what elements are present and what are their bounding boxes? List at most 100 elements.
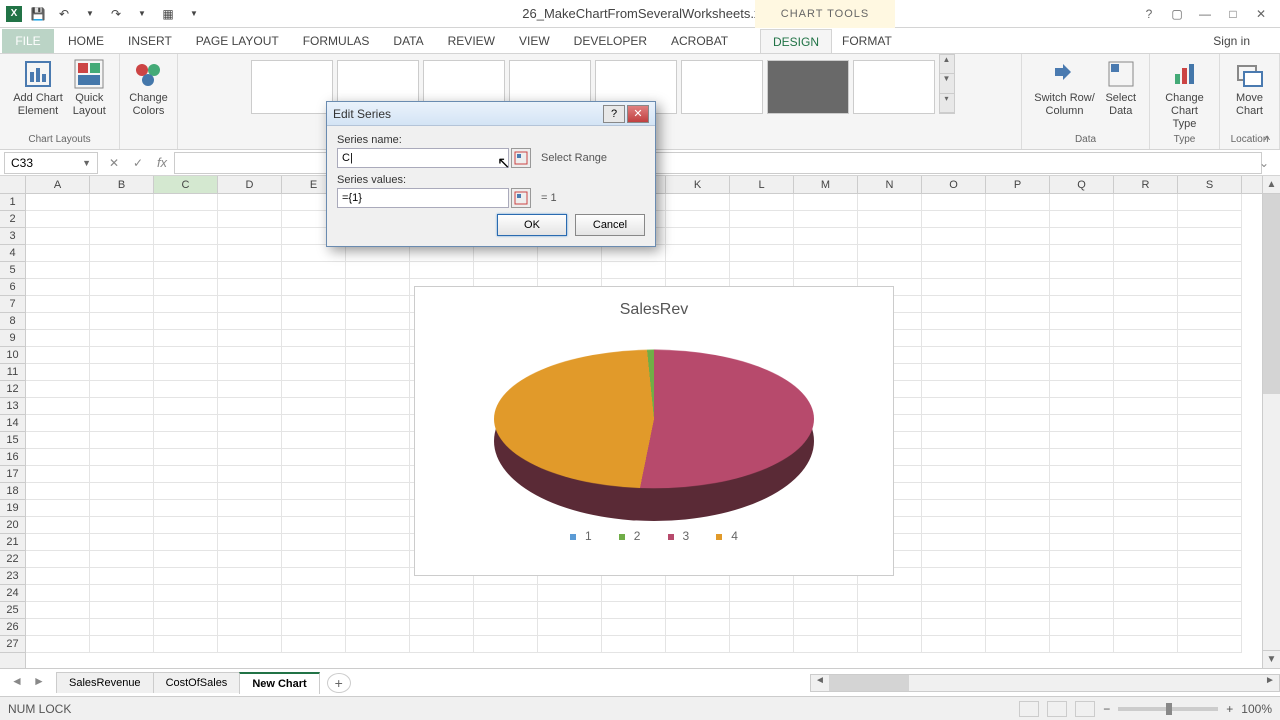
undo-icon[interactable]: ↶ [54, 4, 74, 24]
change-chart-type-button[interactable]: Change Chart Type [1158, 58, 1211, 131]
column-header[interactable]: K [666, 176, 730, 193]
scroll-down-icon[interactable]: ▼ [1263, 650, 1280, 668]
hscroll-thumb[interactable] [829, 675, 909, 691]
gallery-scroll[interactable]: ▲▼▾ [939, 54, 955, 114]
dialog-close-icon[interactable]: ✕ [627, 105, 649, 123]
hscroll-left-icon[interactable]: ◄ [811, 675, 829, 691]
add-chart-element-button[interactable]: Add Chart Element [13, 58, 63, 118]
row-header[interactable]: 1 [0, 194, 25, 211]
row-header[interactable]: 24 [0, 585, 25, 602]
row-header[interactable]: 9 [0, 330, 25, 347]
row-header[interactable]: 25 [0, 602, 25, 619]
collapse-ribbon-icon[interactable]: ^ [1264, 133, 1270, 147]
zoom-slider[interactable] [1118, 707, 1218, 711]
row-header[interactable]: 17 [0, 466, 25, 483]
select-all-corner[interactable] [0, 176, 26, 194]
format-tab[interactable]: FORMAT [830, 29, 904, 53]
redo-icon[interactable]: ↷ [106, 4, 126, 24]
chart-style-thumb[interactable] [767, 60, 849, 114]
change-colors-button[interactable]: Change Colors [129, 58, 168, 118]
column-header[interactable]: Q [1050, 176, 1114, 193]
series-name-range-picker-icon[interactable] [511, 148, 531, 168]
row-header[interactable]: 16 [0, 449, 25, 466]
add-sheet-icon[interactable]: + [327, 673, 351, 693]
scroll-up-icon[interactable]: ▲ [1263, 176, 1280, 194]
row-header[interactable]: 6 [0, 279, 25, 296]
select-data-button[interactable]: Select Data [1105, 58, 1137, 118]
row-header[interactable]: 4 [0, 245, 25, 262]
view-tab[interactable]: VIEW [507, 29, 562, 53]
dialog-titlebar[interactable]: Edit Series ? ✕ [327, 102, 655, 126]
row-header[interactable]: 2 [0, 211, 25, 228]
acrobat-tab[interactable]: ACROBAT [659, 29, 740, 53]
column-header[interactable]: A [26, 176, 90, 193]
maximize-icon[interactable]: □ [1222, 5, 1244, 23]
row-header[interactable]: 12 [0, 381, 25, 398]
row-header[interactable]: 18 [0, 483, 25, 500]
page-layout-view-icon[interactable] [1047, 701, 1067, 717]
series-values-input[interactable] [337, 188, 509, 208]
close-icon[interactable]: ✕ [1250, 5, 1272, 23]
dialog-help-icon[interactable]: ? [603, 105, 625, 123]
column-header[interactable]: P [986, 176, 1050, 193]
sign-in-link[interactable]: Sign in [1201, 29, 1280, 53]
row-header[interactable]: 13 [0, 398, 25, 415]
normal-view-icon[interactable] [1019, 701, 1039, 717]
home-tab[interactable]: HOME [56, 29, 116, 53]
redo-dropdown-icon[interactable]: ▼ [132, 4, 152, 24]
file-tab[interactable]: FILE [2, 29, 54, 53]
zoom-in-icon[interactable]: + [1226, 702, 1233, 716]
insert-function-icon[interactable]: fx [150, 155, 174, 170]
name-box-dropdown-icon[interactable]: ▼ [82, 158, 91, 168]
column-header[interactable]: R [1114, 176, 1178, 193]
chart-style-thumb[interactable] [681, 60, 763, 114]
sheet-tab-salesrevenue[interactable]: SalesRevenue [56, 672, 154, 693]
developer-tab[interactable]: DEVELOPER [562, 29, 659, 53]
zoom-out-icon[interactable]: − [1103, 702, 1110, 716]
quick-layout-button[interactable]: Quick Layout [73, 58, 106, 118]
row-header[interactable]: 3 [0, 228, 25, 245]
switch-row-column-button[interactable]: Switch Row/ Column [1034, 58, 1095, 118]
formula-enter-icon[interactable]: ✓ [126, 156, 150, 170]
row-header[interactable]: 27 [0, 636, 25, 653]
data-tab[interactable]: DATA [381, 29, 435, 53]
review-tab[interactable]: REVIEW [436, 29, 507, 53]
ribbon-display-icon[interactable]: ▢ [1166, 5, 1188, 23]
row-header[interactable]: 20 [0, 517, 25, 534]
column-header[interactable]: N [858, 176, 922, 193]
scroll-thumb[interactable] [1263, 194, 1280, 394]
vertical-scrollbar[interactable]: ▲ ▼ [1262, 176, 1280, 668]
tab-nav-prev-icon[interactable]: ◄ [8, 674, 26, 692]
page-break-view-icon[interactable] [1075, 701, 1095, 717]
column-header[interactable]: D [218, 176, 282, 193]
sheet-tab-newchart[interactable]: New Chart [239, 672, 319, 694]
qat-custom-icon[interactable]: ▦ [158, 4, 178, 24]
column-header[interactable]: S [1178, 176, 1242, 193]
sheet-tab-costofsales[interactable]: CostOfSales [153, 672, 241, 693]
row-header[interactable]: 7 [0, 296, 25, 313]
column-header[interactable]: B [90, 176, 154, 193]
row-header[interactable]: 11 [0, 364, 25, 381]
expand-formula-bar-icon[interactable]: ⌄ [1252, 156, 1276, 170]
minimize-icon[interactable]: — [1194, 5, 1216, 23]
column-header[interactable]: L [730, 176, 794, 193]
zoom-level[interactable]: 100% [1241, 702, 1272, 716]
name-box[interactable]: C33 ▼ [4, 152, 98, 174]
row-header[interactable]: 26 [0, 619, 25, 636]
embedded-chart[interactable]: SalesRev 1 2 3 4 [414, 286, 894, 576]
row-header[interactable]: 15 [0, 432, 25, 449]
column-header[interactable]: O [922, 176, 986, 193]
row-header[interactable]: 10 [0, 347, 25, 364]
cancel-button[interactable]: Cancel [575, 214, 645, 236]
chart-style-thumb[interactable] [853, 60, 935, 114]
column-header[interactable]: M [794, 176, 858, 193]
row-header[interactable]: 19 [0, 500, 25, 517]
row-header[interactable]: 8 [0, 313, 25, 330]
save-icon[interactable]: 💾 [28, 4, 48, 24]
row-header[interactable]: 14 [0, 415, 25, 432]
help-icon[interactable]: ? [1138, 5, 1160, 23]
series-name-input[interactable] [337, 148, 509, 168]
row-header[interactable]: 5 [0, 262, 25, 279]
formula-cancel-icon[interactable]: ✕ [102, 156, 126, 170]
tab-nav-next-icon[interactable]: ► [30, 674, 48, 692]
